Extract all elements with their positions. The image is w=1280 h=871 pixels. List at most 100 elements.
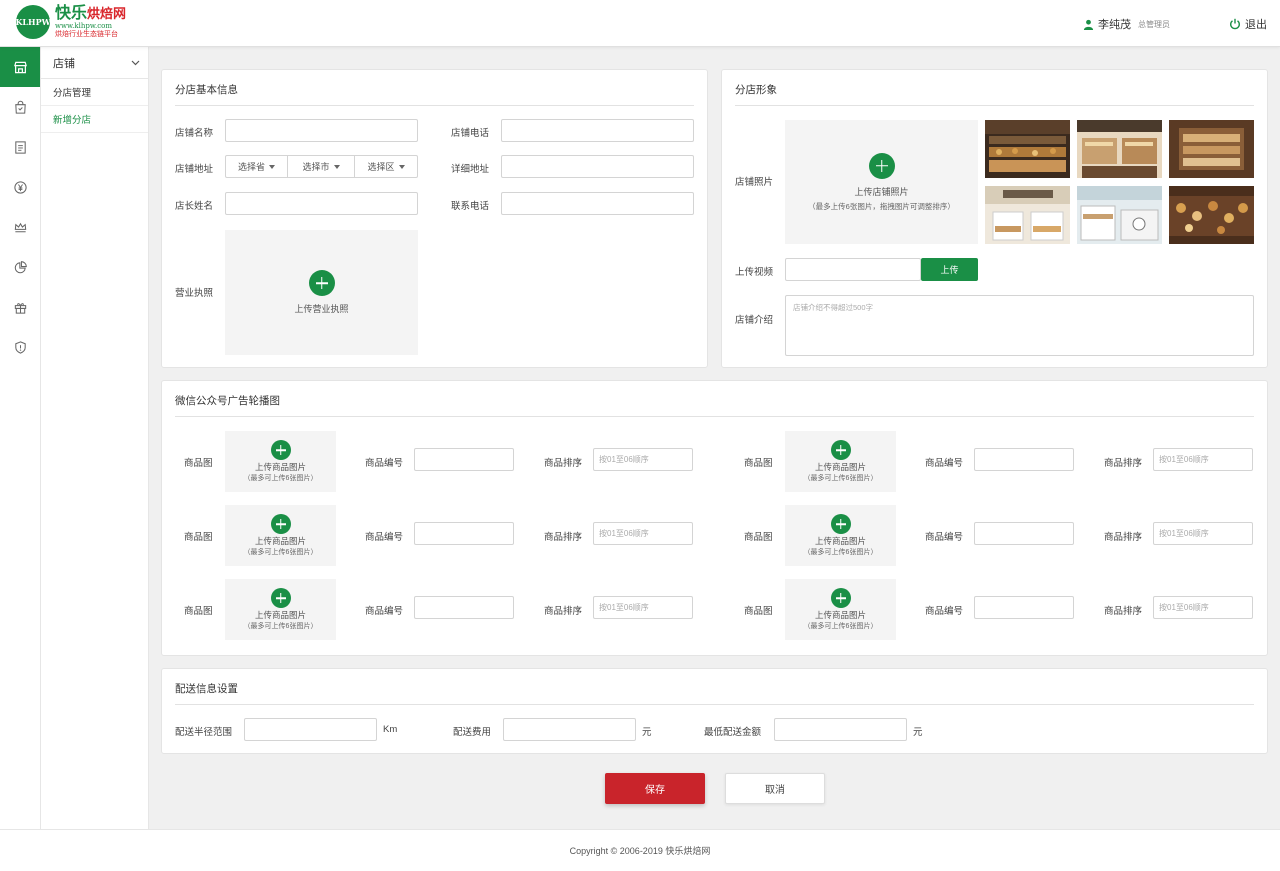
product-order-label: 商品排序 <box>1104 606 1143 617</box>
city-select[interactable]: 选择市 <box>288 156 355 177</box>
footer: Copyright © 2006-2019 快乐烘焙网 <box>0 829 1280 871</box>
license-label: 营业执照 <box>175 288 214 299</box>
cancel-button[interactable]: 取消 <box>725 773 825 804</box>
store-photo-upload-text: 上传店铺照片 <box>854 186 909 197</box>
district-select[interactable]: 选择区 <box>355 156 417 177</box>
bag-icon <box>14 100 26 114</box>
store-name-input[interactable] <box>225 119 418 142</box>
store-photo-thumbnail[interactable] <box>985 186 1070 244</box>
product-image-upload[interactable]: 上传商品图片 （最多可上传6张图片） <box>225 431 336 492</box>
logout-label: 退出 <box>1245 19 1267 31</box>
logout-button[interactable]: 退出 <box>1229 16 1267 32</box>
product-code-label: 商品编号 <box>925 532 964 543</box>
rail-item-members[interactable] <box>0 207 40 247</box>
store-phone-input[interactable] <box>501 119 694 142</box>
product-code-input[interactable] <box>414 522 514 545</box>
min-order-input[interactable] <box>774 718 907 741</box>
product-image-label: 商品图 <box>184 458 213 469</box>
top-header: KLHPW 快乐烘焙网 www.klhpw.com 烘焙行业生态链平台 李纯茂 … <box>0 0 1280 47</box>
store-photo-thumbnail[interactable] <box>1169 120 1254 178</box>
video-label: 上传视频 <box>735 267 774 278</box>
yen-icon <box>13 180 27 194</box>
product-image-upload[interactable]: 上传商品图片 （最多可上传6张图片） <box>225 579 336 640</box>
delivery-panel: 配送信息设置 配送半径范围 Km 配送费用 元 最低配送金额 元 <box>161 668 1268 754</box>
product-order-label: 商品排序 <box>544 606 583 617</box>
product-image-upload[interactable]: 上传商品图片 （最多可上传6张图片） <box>225 505 336 566</box>
logo-slogan: 烘焙行业生态链平台 <box>55 31 118 38</box>
product-order-input[interactable]: 按01至06顺序 <box>593 596 693 619</box>
province-select[interactable]: 选择省 <box>226 156 288 177</box>
bakery-photo-5 <box>1077 186 1162 244</box>
submenu-item-branch-management[interactable]: 分店管理 <box>41 79 148 106</box>
plus-icon <box>270 514 291 535</box>
sub-menu: 店铺 分店管理 新增分店 <box>41 47 149 829</box>
address-label: 店铺地址 <box>175 164 214 175</box>
copyright-text: Copyright © 2006-2019 快乐烘焙网 <box>569 846 711 856</box>
product-code-label: 商品编号 <box>925 458 964 469</box>
product-upload-text: 上传商品图片 <box>254 610 306 621</box>
submenu-item-new-branch[interactable]: 新增分店 <box>41 106 148 133</box>
rail-item-finance[interactable] <box>0 167 40 207</box>
product-order-input[interactable]: 按01至06顺序 <box>1153 448 1253 471</box>
user-name: 李纯茂 <box>1098 19 1131 31</box>
rail-item-security[interactable] <box>0 327 40 367</box>
divider <box>175 105 694 106</box>
basic-info-panel: 分店基本信息 店铺名称 店铺电话 店铺地址 选择省 选择市 选择区 详细地址 店… <box>161 69 708 368</box>
manager-name-label: 店长姓名 <box>175 201 214 212</box>
plus-icon <box>270 440 291 461</box>
user-role: 总管理员 <box>1138 19 1170 29</box>
product-image-upload[interactable]: 上传商品图片 （最多可上传6张图片） <box>785 431 896 492</box>
product-code-input[interactable] <box>414 596 514 619</box>
district-text: 选择区 <box>367 162 395 172</box>
store-photo-upload[interactable]: 上传店铺照片 （最多上传6张图片，拖拽图片可调整排序） <box>785 120 978 244</box>
store-photo-note: （最多上传6张图片，拖拽图片可调整排序） <box>808 201 955 211</box>
video-input[interactable] <box>785 258 921 281</box>
license-upload-text: 上传营业执照 <box>294 304 349 314</box>
user-info[interactable]: 李纯茂 总管理员 <box>1083 16 1170 32</box>
delivery-radius-unit: Km <box>383 724 398 735</box>
product-order-input[interactable]: 按01至06顺序 <box>1153 522 1253 545</box>
save-button[interactable]: 保存 <box>605 773 705 804</box>
product-upload-note: （最多可上传6张图片） <box>243 548 318 556</box>
user-icon <box>1083 19 1094 30</box>
site-logo[interactable]: KLHPW 快乐烘焙网 www.klhpw.com 烘焙行业生态链平台 <box>15 5 126 39</box>
product-code-input[interactable] <box>974 448 1074 471</box>
product-order-input[interactable]: 按01至06顺序 <box>1153 596 1253 619</box>
manager-name-input[interactable] <box>225 192 418 215</box>
store-photo-thumbnail[interactable] <box>1077 120 1162 178</box>
product-image-upload[interactable]: 上传商品图片 （最多可上传6张图片） <box>785 579 896 640</box>
product-code-input[interactable] <box>974 596 1074 619</box>
product-order-input[interactable]: 按01至06顺序 <box>593 522 693 545</box>
rail-item-store[interactable] <box>0 47 40 87</box>
product-image-upload[interactable]: 上传商品图片 （最多可上传6张图片） <box>785 505 896 566</box>
product-upload-text: 上传商品图片 <box>254 536 306 547</box>
caret-down-icon <box>333 164 340 169</box>
contact-phone-input[interactable] <box>501 192 694 215</box>
logo-name-main: 快乐 <box>55 5 88 22</box>
delivery-fee-input[interactable] <box>503 718 636 741</box>
address-selector: 选择省 选择市 选择区 <box>225 155 418 178</box>
submenu-header-store[interactable]: 店铺 <box>41 47 148 79</box>
store-photo-thumbnail[interactable] <box>985 120 1070 178</box>
store-photo-thumbnail[interactable] <box>1077 186 1162 244</box>
delivery-radius-input[interactable] <box>244 718 377 741</box>
intro-textarea[interactable]: 店铺介绍不得超过500字 <box>785 295 1254 356</box>
store-photo-thumbnail[interactable] <box>1169 186 1254 244</box>
delivery-radius-label: 配送半径范围 <box>175 727 233 738</box>
rail-item-documents[interactable] <box>0 127 40 167</box>
crown-icon <box>14 222 26 232</box>
product-order-input[interactable]: 按01至06顺序 <box>593 448 693 471</box>
intro-label: 店铺介绍 <box>735 315 774 326</box>
rail-item-statistics[interactable] <box>0 247 40 287</box>
license-upload[interactable]: 上传营业执照 <box>225 230 418 355</box>
product-code-input[interactable] <box>974 522 1074 545</box>
rail-item-orders[interactable] <box>0 87 40 127</box>
rail-item-promotions[interactable] <box>0 287 40 327</box>
detail-address-input[interactable] <box>501 155 694 178</box>
product-code-input[interactable] <box>414 448 514 471</box>
logo-name: 快乐烘焙网 <box>55 6 126 22</box>
product-image-label: 商品图 <box>184 606 213 617</box>
chevron-down-icon <box>131 60 140 65</box>
bakery-photo-1 <box>985 120 1070 178</box>
video-upload-button[interactable]: 上传 <box>921 258 978 281</box>
